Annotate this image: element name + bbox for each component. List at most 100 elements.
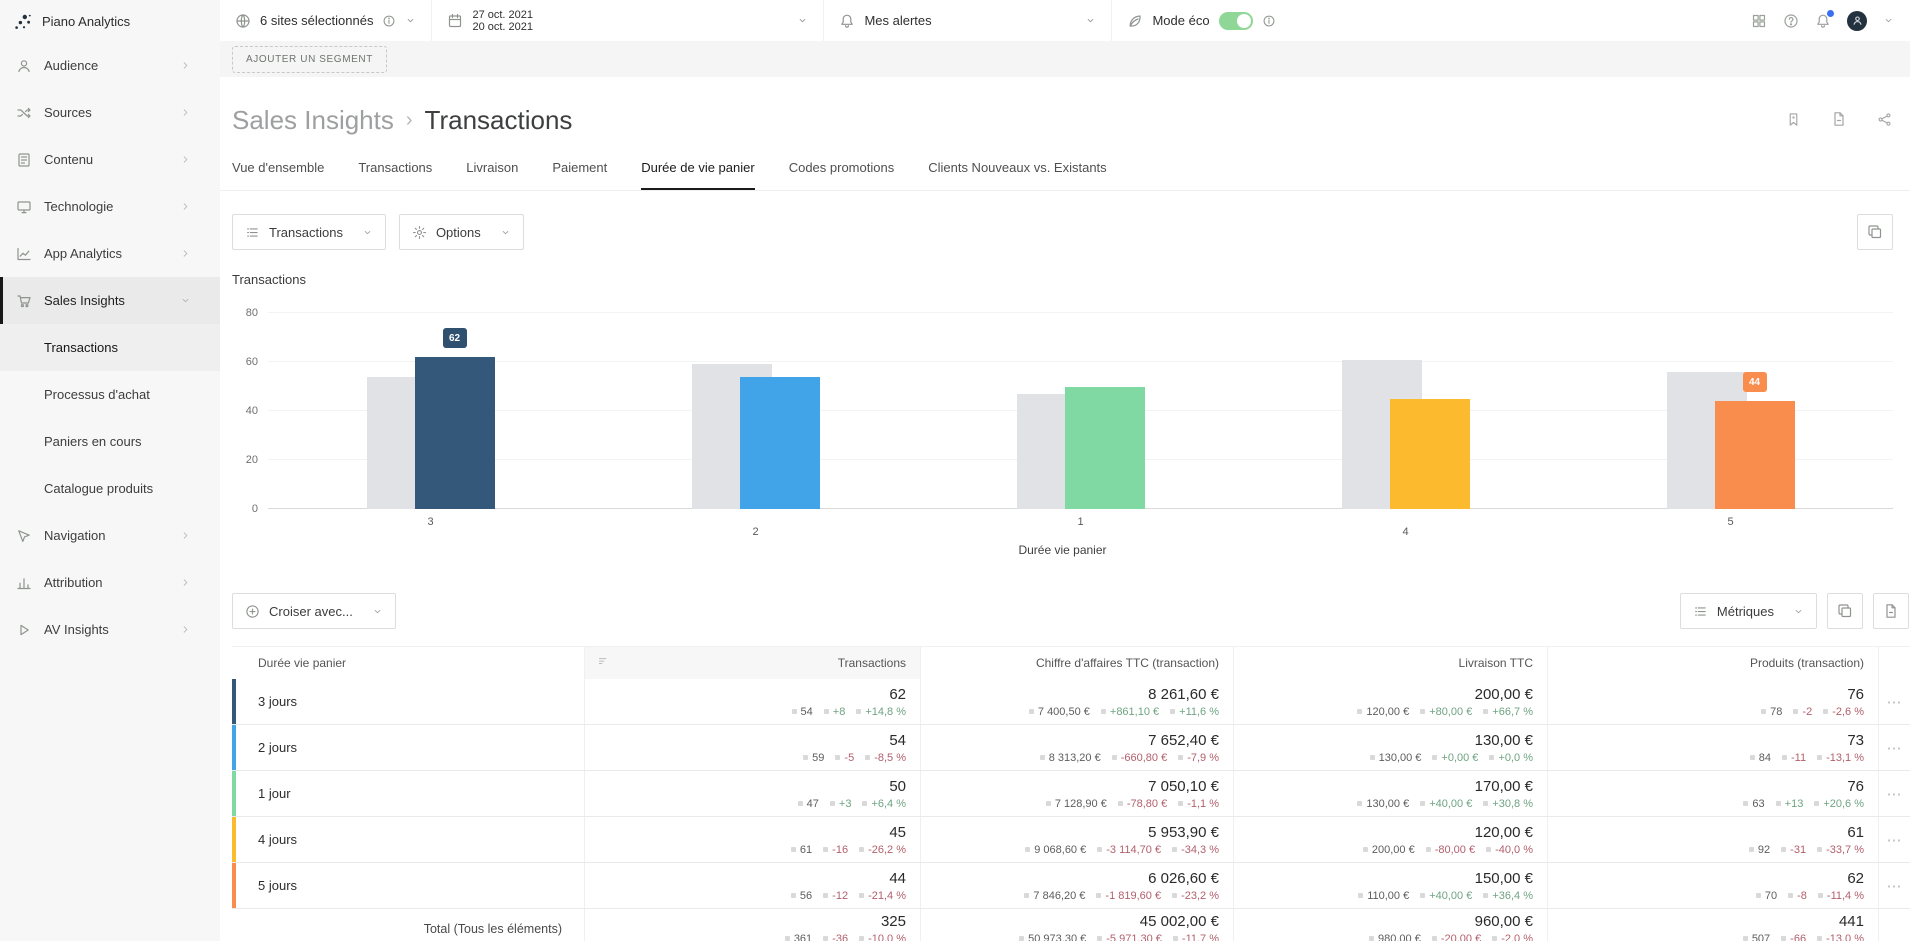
row-actions-button[interactable]: ⋯	[1878, 725, 1910, 770]
tab-paiement[interactable]: Paiement	[552, 160, 607, 190]
diff-value: -16	[832, 844, 848, 856]
sidebar-item-navigation[interactable]: Navigation	[0, 512, 220, 559]
chevron-right-icon	[177, 201, 194, 212]
tab-livraison[interactable]: Livraison	[466, 160, 518, 190]
tab-clients-nouveaux-vs-existants[interactable]: Clients Nouveaux vs. Existants	[928, 160, 1106, 190]
metric-comparison: 7 400,50 € +861,10 € +11,6 %	[1029, 706, 1219, 718]
bar-current-period[interactable]	[415, 357, 495, 509]
table-controls: Croiser avec... Métriques	[220, 557, 1910, 629]
column-header-3[interactable]: Livraison TTC	[1233, 647, 1547, 679]
metric-comparison: 130,00 € +0,00 € +0,0 %	[1370, 752, 1533, 764]
metric-cell: 44 56 -12 -21,4 %	[584, 863, 920, 908]
row-label: 3 jours	[232, 679, 584, 724]
bullet-icon	[1178, 801, 1183, 806]
column-header-1[interactable]: Transactions	[584, 647, 920, 679]
share-button[interactable]	[1877, 111, 1892, 127]
column-header-2[interactable]: Chiffre d'affaires TTC (transaction)	[920, 647, 1233, 679]
pct-value: +36,4 %	[1492, 890, 1533, 902]
metric-cell: 45 002,00 € 50 973,30 € -5 971,30 € -11,…	[920, 909, 1233, 941]
bullet-icon	[1492, 936, 1497, 941]
add-segment-button[interactable]: AJOUTER UN SEGMENT	[232, 46, 387, 73]
user-menu-chevron-icon[interactable]	[1883, 15, 1894, 26]
sort-icon[interactable]	[597, 655, 610, 671]
sidebar-item-audience[interactable]: Audience	[0, 42, 220, 89]
toggle-knob	[1237, 14, 1251, 28]
pct-value: -13,1 %	[1826, 752, 1864, 764]
previous-value: 61	[800, 844, 812, 856]
brand-logo[interactable]: Piano Analytics	[0, 0, 220, 42]
bullet-icon	[1743, 936, 1748, 941]
sidebar-item-av-insights[interactable]: AV Insights	[0, 606, 220, 653]
user-avatar[interactable]	[1847, 11, 1867, 31]
bar-current-period[interactable]	[1715, 401, 1795, 509]
export-table-button[interactable]	[1873, 593, 1909, 629]
metric-comparison: 54 +8 +14,8 %	[792, 706, 906, 718]
diff-value: +80,00 €	[1429, 706, 1472, 718]
sidebar-subitem-catalogue-produits[interactable]: Catalogue produits	[0, 465, 220, 512]
sidebar-item-attribution[interactable]: Attribution	[0, 559, 220, 606]
bar-current-period[interactable]	[740, 377, 820, 509]
cross-with-dropdown[interactable]: Croiser avec...	[232, 593, 396, 629]
export-report-button[interactable]	[1831, 111, 1847, 127]
metric-value: 325	[881, 913, 906, 930]
bullet-icon	[1814, 801, 1819, 806]
eco-mode-toggle[interactable]	[1219, 12, 1253, 30]
site-selector[interactable]: 6 sites sélectionnés	[220, 0, 432, 41]
bullet-icon	[1426, 847, 1431, 852]
bullet-icon	[1782, 755, 1787, 760]
apps-grid-button[interactable]	[1751, 13, 1767, 29]
column-header-0[interactable]: Durée vie panier	[232, 647, 584, 679]
x-category-label: 3	[367, 516, 495, 528]
sidebar-subitem-transactions[interactable]: Transactions	[0, 324, 220, 371]
bar-current-period[interactable]	[1065, 387, 1145, 510]
row-actions-button[interactable]: ⋯	[1878, 771, 1910, 816]
metric-value: 73	[1847, 732, 1864, 749]
metric-selector-dropdown[interactable]: Transactions	[232, 214, 386, 250]
leaf-icon	[1127, 13, 1143, 29]
options-dropdown[interactable]: Options	[399, 214, 524, 250]
sidebar-item-sources[interactable]: Sources	[0, 89, 220, 136]
audience-icon	[15, 58, 32, 74]
pct-value: -33,7 %	[1826, 844, 1864, 856]
alerts-selector[interactable]: Mes alertes	[824, 0, 1112, 41]
metric-value: 76	[1847, 778, 1864, 795]
row-actions-button[interactable]: ⋯	[1878, 863, 1910, 908]
sidebar-item-technologie[interactable]: Technologie	[0, 183, 220, 230]
bar-pair: 4	[1342, 313, 1470, 509]
info-icon[interactable]	[1262, 14, 1276, 28]
sidebar-item-contenu[interactable]: Contenu	[0, 136, 220, 183]
tab-codes-promotions[interactable]: Codes promotions	[789, 160, 895, 190]
pct-value: +0,0 %	[1498, 752, 1533, 764]
tab-transactions[interactable]: Transactions	[358, 160, 432, 190]
pct-value: +66,7 %	[1492, 706, 1533, 718]
row-actions-button[interactable]: ⋯	[1878, 679, 1910, 724]
sidebar-subitem-processus-d-achat[interactable]: Processus d'achat	[0, 371, 220, 418]
row-actions-button[interactable]: ⋯	[1878, 817, 1910, 862]
metric-value: 960,00 €	[1475, 913, 1533, 930]
notifications-button[interactable]	[1815, 13, 1831, 29]
bar-current-period[interactable]	[1390, 399, 1470, 509]
sidebar-item-app-analytics[interactable]: App Analytics	[0, 230, 220, 277]
info-icon[interactable]	[382, 14, 396, 28]
date-range-picker[interactable]: 27 oct. 2021 20 oct. 2021	[432, 0, 824, 41]
diff-value: +8	[833, 706, 846, 718]
copy-table-button[interactable]	[1827, 593, 1863, 629]
sidebar-item-label: App Analytics	[44, 246, 177, 261]
copy-icon	[1867, 224, 1883, 240]
metrics-dropdown[interactable]: Métriques	[1680, 593, 1817, 629]
metric-value: 62	[889, 686, 906, 703]
bullet-icon	[1097, 936, 1102, 941]
sidebar-item-sales-insights[interactable]: Sales Insights	[0, 277, 220, 324]
column-header-4[interactable]: Produits (transaction)	[1547, 647, 1878, 679]
help-button[interactable]	[1783, 13, 1799, 29]
breadcrumb-section[interactable]: Sales Insights	[232, 105, 394, 136]
sidebar-subitem-paniers-en-cours[interactable]: Paniers en cours	[0, 418, 220, 465]
sidebar-item-label: Contenu	[44, 152, 177, 167]
bar-group-2: 2	[593, 313, 918, 509]
diff-value: -11	[1791, 752, 1806, 764]
metric-value: 45	[889, 824, 906, 841]
bookmark-button[interactable]	[1786, 111, 1801, 127]
copy-chart-button[interactable]	[1857, 214, 1893, 250]
tab-dur-e-de-vie-panier[interactable]: Durée de vie panier	[641, 160, 754, 190]
tab-vue-d-ensemble[interactable]: Vue d'ensemble	[232, 160, 324, 190]
